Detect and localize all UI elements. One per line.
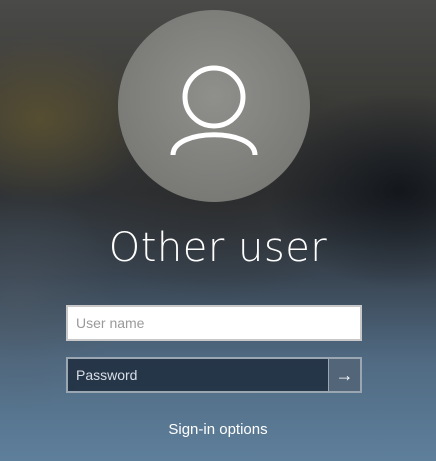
submit-button[interactable]: → xyxy=(328,359,360,391)
arrow-right-icon: → xyxy=(335,365,354,385)
password-field-group: → xyxy=(66,357,362,393)
signin-options-link[interactable]: Sign-in options xyxy=(0,421,436,438)
avatar xyxy=(118,10,310,202)
username-input[interactable] xyxy=(66,305,362,341)
user-display-name: Other user xyxy=(108,225,328,271)
person-icon xyxy=(170,65,258,156)
password-input[interactable] xyxy=(68,359,328,391)
